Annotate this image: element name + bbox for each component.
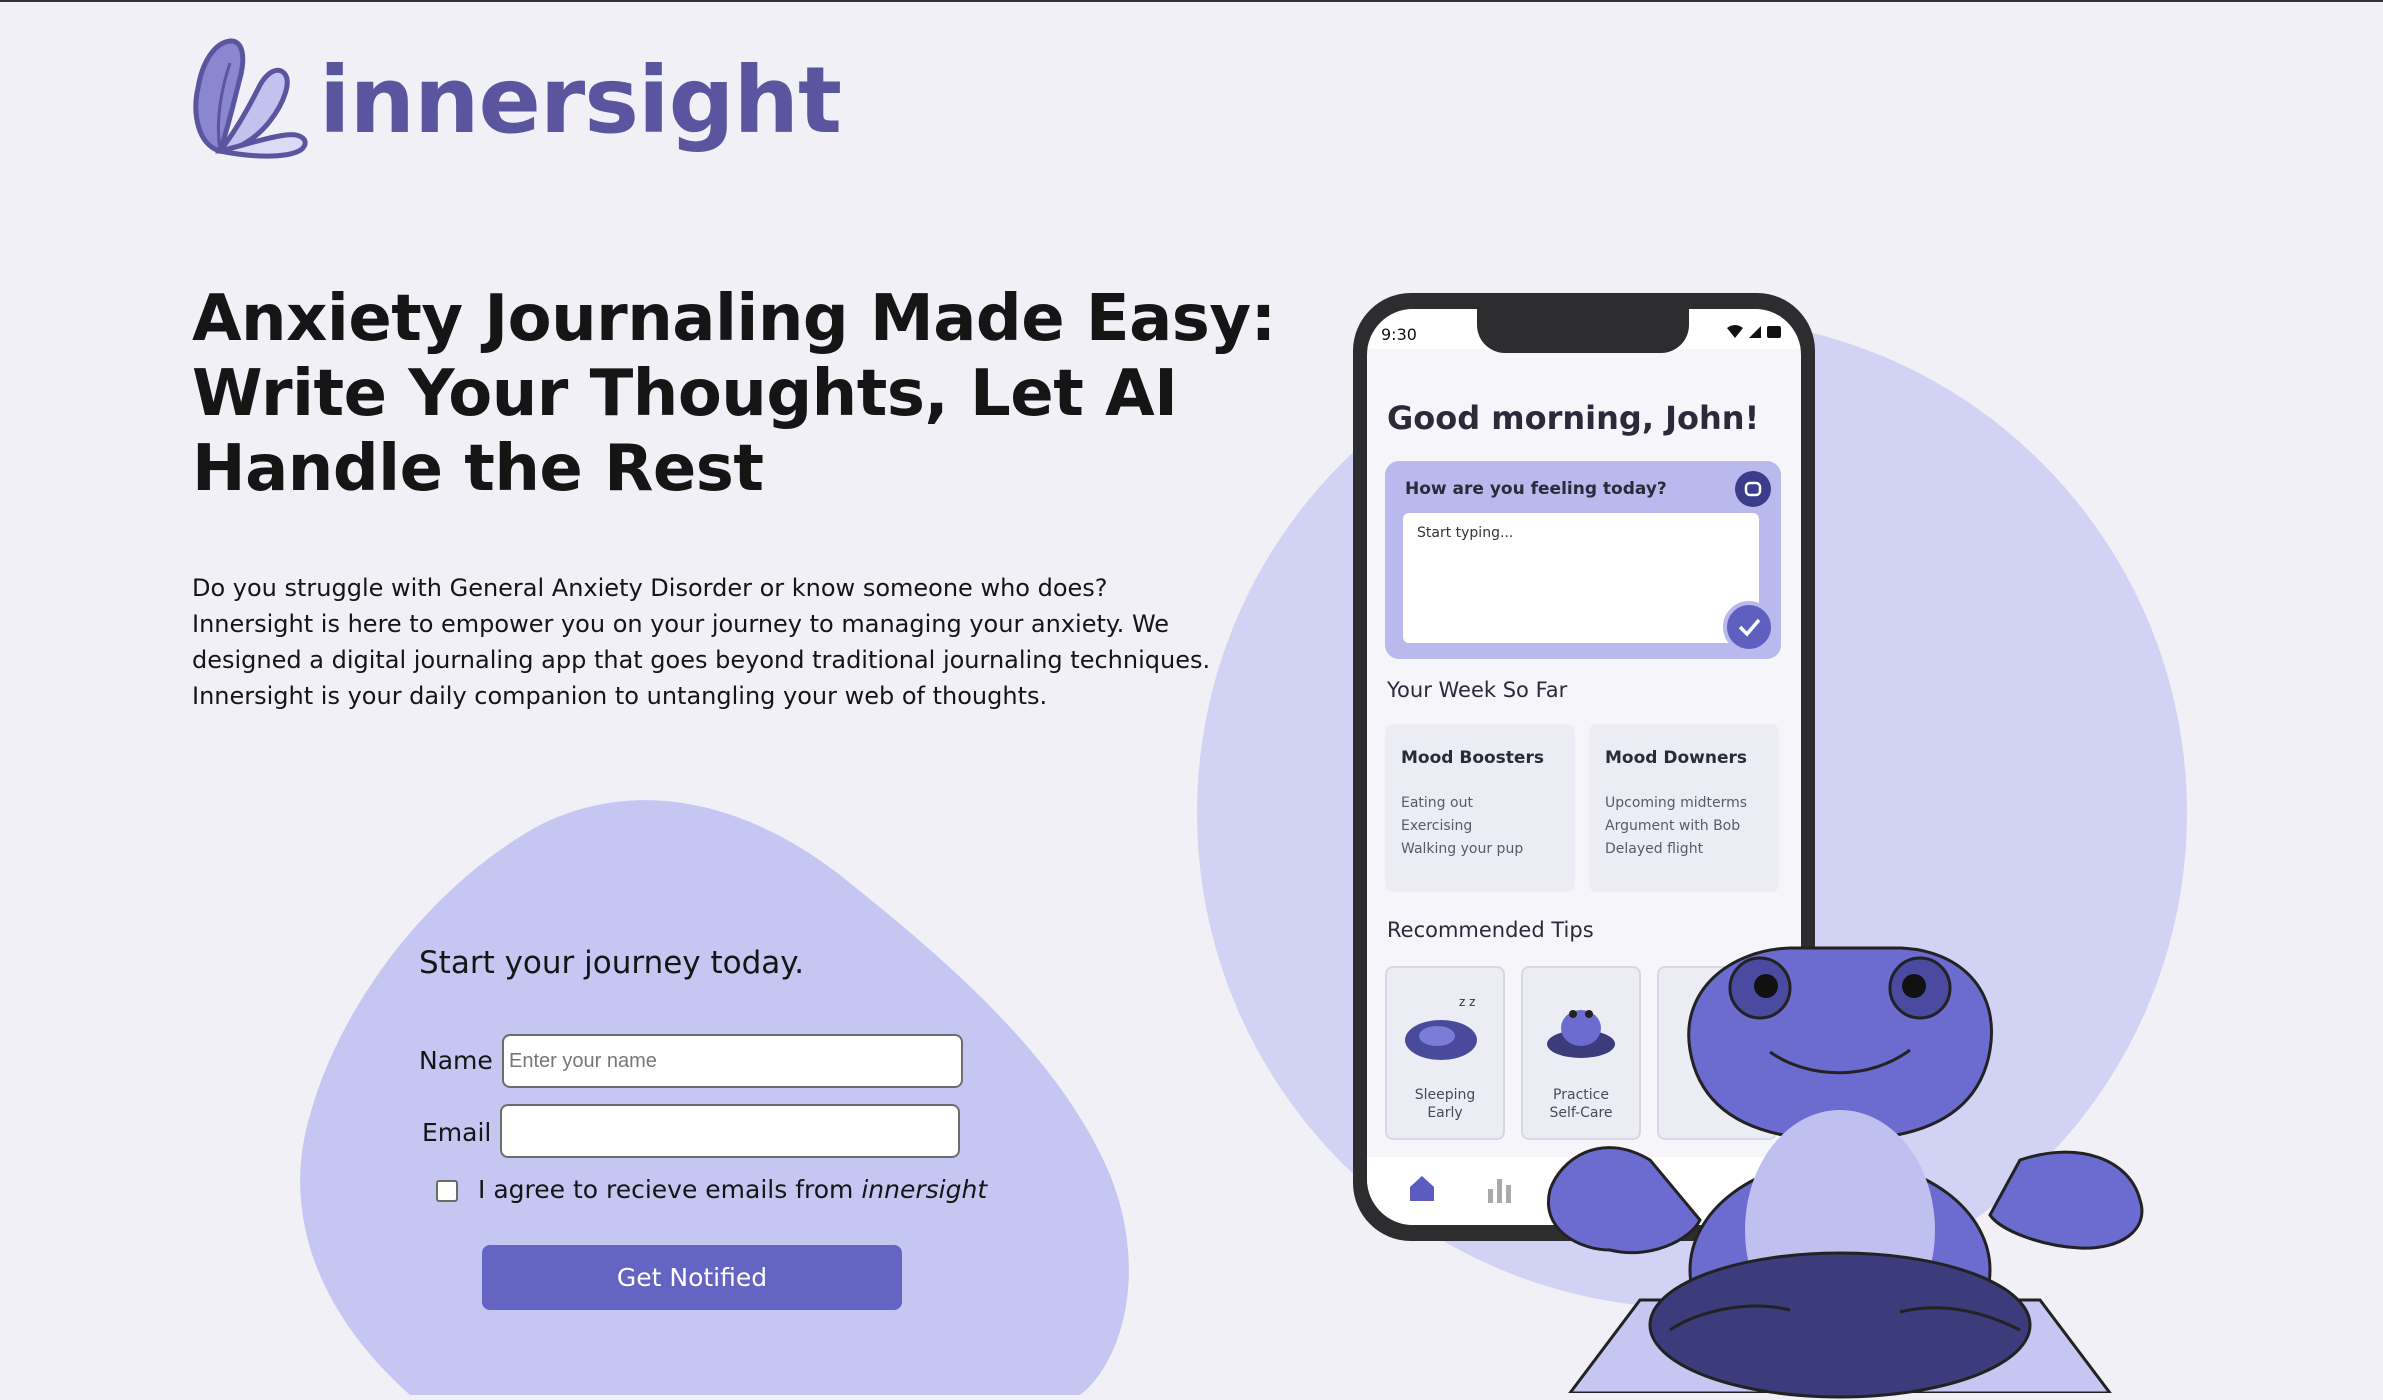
- svg-text:z z: z z: [1459, 995, 1475, 1009]
- consent-text: I agree to recieve emails from: [478, 1175, 862, 1204]
- week-section-title: Your Week So Far: [1387, 678, 1568, 702]
- stats-icon[interactable]: [1485, 1175, 1515, 1203]
- list-item: Exercising: [1401, 818, 1473, 834]
- check-icon: [1738, 618, 1761, 637]
- hero-headline: Anxiety Journaling Made Easy: Write Your…: [192, 282, 1276, 507]
- tip-label-line: Sleeping: [1414, 1087, 1476, 1103]
- feeling-card: How are you feeling today? Start typing.…: [1385, 461, 1781, 659]
- mood-downers-title: Mood Downers: [1605, 748, 1747, 768]
- butterfly-logo-icon: [193, 38, 308, 159]
- name-input[interactable]: [502, 1034, 963, 1088]
- meditating-frog-mascot: [1546, 946, 2144, 1399]
- phone-notch: [1477, 309, 1689, 353]
- mood-boosters-title: Mood Boosters: [1401, 748, 1544, 768]
- headline-line: Handle the Rest: [192, 432, 764, 506]
- sleeping-frog-icon: z z: [1405, 995, 1477, 1060]
- headline-line: Anxiety Journaling Made Easy:: [192, 282, 1276, 356]
- mood-boosters-card[interactable]: Mood Boosters Eating out Exercising Walk…: [1385, 724, 1575, 892]
- list-item: Delayed flight: [1605, 841, 1704, 857]
- headline-line: Write Your Thoughts, Let AI: [192, 357, 1178, 431]
- home-icon[interactable]: [1407, 1173, 1437, 1203]
- status-time: 9:30: [1381, 325, 1417, 344]
- intro-line: Innersight is your daily companion to un…: [192, 682, 1048, 710]
- refresh-icon[interactable]: [1735, 471, 1771, 507]
- list-item: Walking your pup: [1401, 841, 1524, 857]
- list-item: Argument with Bob: [1605, 818, 1741, 834]
- email-label: Email: [422, 1118, 492, 1147]
- intro-line: Do you struggle with General Anxiety Dis…: [192, 574, 1108, 602]
- name-label: Name: [419, 1046, 493, 1075]
- hero-intro: Do you struggle with General Anxiety Dis…: [192, 570, 1212, 714]
- signal-battery-icon: [1727, 325, 1781, 338]
- list-item: Eating out: [1401, 795, 1473, 811]
- consent-label[interactable]: I agree to recieve emails from innersigh…: [478, 1175, 987, 1204]
- mood-downers-list: Upcoming midterms Argument with Bob Dela…: [1605, 792, 1747, 861]
- brand-logo[interactable]: innersight: [190, 30, 842, 165]
- intro-line: Innersight is here to empower you on you…: [192, 610, 1170, 638]
- greeting-text: Good morning, John!: [1387, 399, 1760, 437]
- tip-card-sleeping[interactable]: z z Sleeping Early: [1385, 966, 1505, 1140]
- mood-boosters-list: Eating out Exercising Walking your pup: [1401, 792, 1523, 861]
- get-notified-button[interactable]: Get Notified: [482, 1245, 902, 1310]
- consent-checkbox[interactable]: [436, 1180, 458, 1202]
- list-item: Upcoming midterms: [1605, 795, 1748, 811]
- feeling-question: How are you feeling today?: [1405, 479, 1667, 499]
- tip-label-line: Early: [1427, 1105, 1463, 1121]
- intro-line: designed a digital journaling app that g…: [192, 646, 1211, 674]
- signup-title: Start your journey today.: [419, 945, 805, 981]
- consent-brand: innersight: [861, 1175, 988, 1204]
- brand-name: innersight: [319, 46, 842, 154]
- submit-check-button[interactable]: [1723, 601, 1775, 653]
- email-input[interactable]: [500, 1104, 960, 1158]
- mood-downers-card[interactable]: Mood Downers Upcoming midterms Argument …: [1589, 724, 1779, 892]
- journal-input[interactable]: Start typing...: [1403, 513, 1759, 643]
- top-border: [0, 0, 2383, 2]
- tip-label: Sleeping Early: [1387, 1086, 1503, 1122]
